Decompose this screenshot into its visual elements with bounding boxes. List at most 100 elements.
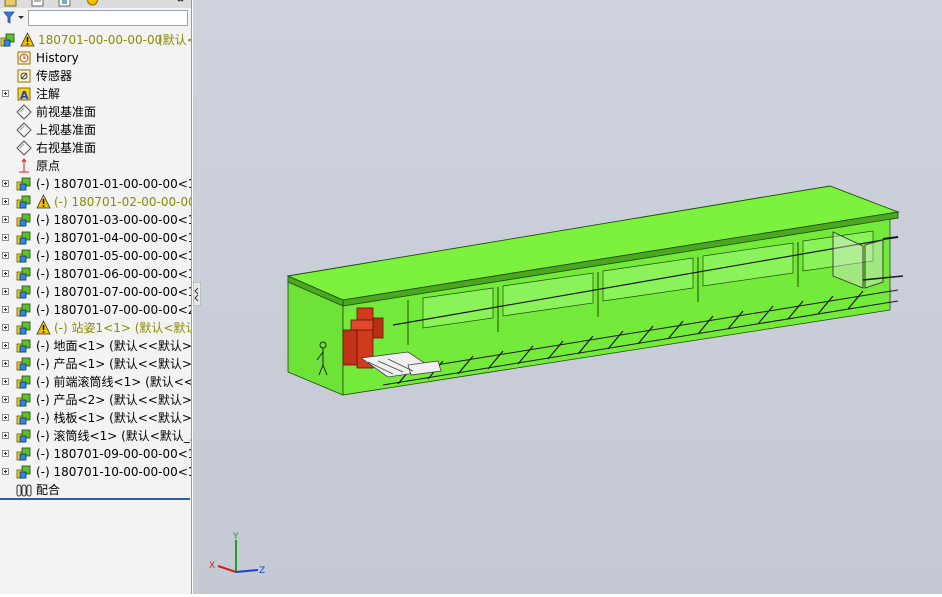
expand-toggle-icon[interactable]: [2, 198, 9, 205]
tree-item-part[interactable]: (-) 180701-05-00-00-00<1>: [0, 247, 192, 265]
expand-toggle-icon[interactable]: [2, 270, 9, 277]
tree-item-part[interactable]: (-) 前端滚筒线<1> (默认<<默: [0, 373, 192, 391]
tree-item-label: (-) 180701-04-00-00-00<1>: [36, 231, 192, 245]
assembly-icon: [16, 357, 31, 371]
tree-item-label: 传感器: [36, 69, 73, 83]
triad-y-label: Y: [232, 532, 239, 542]
annotation-icon: A: [17, 87, 31, 102]
tree-item-label: (-) 产品<1> (默认<<默认>_显: [36, 357, 192, 371]
warning-icon: [20, 32, 35, 47]
tree-item-label: (-) 180701-05-00-00-00<1>: [36, 249, 192, 263]
assembly-icon: [16, 339, 31, 353]
tree-item-part[interactable]: (-) 180701-10-00-00-00<1>: [0, 463, 191, 481]
graphics-viewport[interactable]: Y Z X: [193, 0, 942, 594]
expand-toggle-icon[interactable]: [2, 234, 9, 241]
tree-divider: [0, 498, 190, 500]
tree-item-plane[interactable]: 上视基准面: [0, 121, 191, 139]
tree-item-plane[interactable]: 前视基准面: [0, 103, 191, 121]
expand-toggle-icon[interactable]: [2, 306, 9, 313]
assembly-icon: [0, 33, 15, 47]
assembly-icon: [16, 447, 31, 461]
tree-item-label: (-) 地面<1> (默认<<默认>_显: [36, 339, 192, 353]
expand-toggle-icon[interactable]: [2, 216, 9, 223]
assembly-icon: [16, 303, 31, 317]
assembly-icon: [16, 285, 31, 299]
tree-item-label: 原点: [36, 159, 61, 173]
tree-item-part[interactable]: (-) 180701-09-00-00-00<1>: [0, 445, 192, 463]
expand-toggle-icon[interactable]: [2, 468, 9, 475]
tree-item-history[interactable]: History: [0, 49, 191, 67]
tree-item-part[interactable]: (-) 站姿1<1> (默认<默认: [0, 319, 191, 337]
tree-item-origin[interactable]: 原点: [0, 157, 191, 175]
tree-item-part[interactable]: (-) 产品<1> (默认<<默认>_显: [0, 355, 192, 373]
tab-more-chevron[interactable]: [172, 0, 189, 7]
tab-property-manager[interactable]: [29, 0, 46, 7]
tree-item-label: (-) 180701-07-00-00-00<2>: [36, 303, 192, 317]
tree-item-label: History: [36, 51, 79, 65]
origin-icon: [19, 158, 29, 173]
tree-item-part[interactable]: (-) 180701-03-00-00-00<1>: [0, 211, 191, 229]
tab-configuration-manager[interactable]: [56, 0, 73, 7]
panel-tabs: [0, 0, 191, 8]
tree-filter-row: [0, 9, 190, 27]
tree-item-label: 配合: [36, 483, 61, 497]
expand-toggle-icon[interactable]: [2, 252, 9, 259]
tab-feature-tree[interactable]: [2, 0, 19, 7]
expand-toggle-icon[interactable]: [2, 450, 9, 457]
tree-item-label: (-) 180701-09-00-00-00<1>: [36, 447, 192, 461]
plane-icon: [16, 122, 32, 138]
tree-item-plane[interactable]: 右视基准面: [0, 139, 191, 157]
tree-item-label: (-) 栈板<1> (默认<<默认>_显: [36, 411, 192, 425]
tree-item-label: 前视基准面: [36, 105, 97, 119]
tree-item-label: 上视基准面: [36, 123, 97, 137]
expand-toggle-icon[interactable]: [2, 324, 9, 331]
tree-item-part[interactable]: (-) 180701-02-00-00-00<: [0, 193, 191, 211]
expand-toggle-icon[interactable]: [2, 180, 9, 187]
expand-toggle-icon[interactable]: [2, 288, 9, 295]
history-icon: [17, 51, 31, 65]
expand-toggle-icon[interactable]: [2, 360, 9, 367]
warning-icon: [36, 320, 51, 335]
assembly-model[interactable]: [193, 0, 942, 594]
assembly-icon: [16, 393, 31, 407]
expand-toggle-icon[interactable]: [2, 414, 9, 421]
tree-item-label: (-) 前端滚筒线<1> (默认<<默: [36, 375, 192, 389]
tree-item-label: (-) 180701-06-00-00-00<1>: [36, 267, 192, 281]
tab-display-manager[interactable]: [84, 0, 101, 7]
tree-item-part[interactable]: (-) 180701-06-00-00-00<1>: [0, 265, 192, 283]
feature-manager-panel: 180701-00-00-00-00(默认< History 传感器 A 注解前视基准面…: [0, 0, 192, 594]
tree-filter-input[interactable]: [28, 10, 188, 26]
tree-item-part[interactable]: (-) 180701-07-00-00-00<1>: [0, 283, 192, 301]
tree-item-part[interactable]: (-) 180701-07-00-00-00<2>: [0, 301, 192, 319]
expand-toggle-icon[interactable]: [2, 432, 9, 439]
expand-toggle-icon[interactable]: [2, 90, 9, 97]
assembly-icon: [16, 465, 31, 479]
assembly-icon: [16, 267, 31, 281]
assembly-icon: [16, 411, 31, 425]
tree-item-part[interactable]: (-) 产品<2> (默认<<默认>_显: [0, 391, 191, 409]
tree-root-assembly[interactable]: 180701-00-00-00-00(默认<: [0, 31, 191, 49]
assembly-icon: [16, 375, 31, 389]
tree-item-part[interactable]: (-) 滚筒线<1> (默认<默认_显: [0, 427, 191, 445]
tree-item-mates[interactable]: 配合: [0, 481, 191, 499]
triad-z-label: Z: [259, 566, 265, 576]
tree-item-part[interactable]: (-) 180701-01-00-00-00<1>: [0, 175, 191, 193]
tree-item-part[interactable]: (-) 栈板<1> (默认<<默认>_显: [0, 409, 192, 427]
reference-triad: Y Z X: [209, 532, 265, 576]
panel-collapse-handle[interactable]: [193, 282, 201, 306]
expand-toggle-icon[interactable]: [2, 396, 9, 403]
tree-item-sensors[interactable]: 传感器: [0, 67, 191, 85]
expand-toggle-icon[interactable]: [2, 378, 9, 385]
tree-item-annotations[interactable]: A 注解: [0, 85, 191, 103]
tree-item-part[interactable]: (-) 地面<1> (默认<<默认>_显: [0, 337, 192, 355]
sensor-icon: [17, 69, 31, 83]
filter-icon[interactable]: [3, 11, 25, 25]
tree-item-label: (-) 180701-07-00-00-00<1>: [36, 285, 192, 299]
warning-icon: [36, 194, 51, 209]
mates-icon: [16, 484, 32, 497]
tree-item-part[interactable]: (-) 180701-04-00-00-00<1>: [0, 229, 192, 247]
plane-icon: [16, 140, 32, 156]
assembly-icon: [16, 321, 31, 335]
expand-toggle-icon[interactable]: [2, 342, 9, 349]
assembly-icon: [16, 213, 31, 227]
